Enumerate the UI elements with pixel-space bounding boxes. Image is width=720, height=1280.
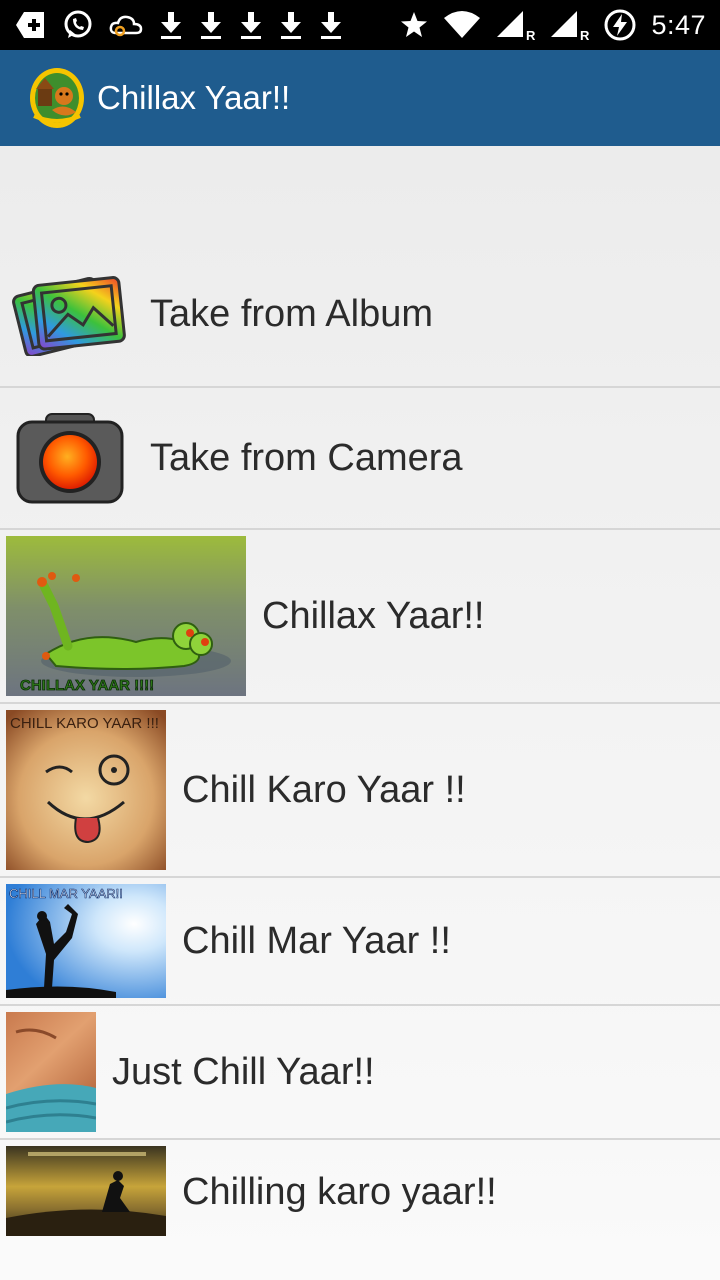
add-box-icon xyxy=(16,12,44,38)
app-title: Chillax Yaar!! xyxy=(97,79,291,116)
list-item-chill-mar-yaar[interactable]: CHILL MAR YAAR!! Chill Mar Yaar !! xyxy=(0,878,720,1006)
list-item-chillax-yaar[interactable]: CHILLAX YAAR !!!! Chillax Yaar!! xyxy=(0,530,720,704)
list-item-label: Chill Mar Yaar !! xyxy=(182,919,451,962)
battery-charging-icon xyxy=(604,9,636,41)
app-bar: Chillax Yaar!! xyxy=(0,50,720,146)
album-icon xyxy=(12,276,126,356)
svg-text:R: R xyxy=(580,28,589,41)
cloud-icon xyxy=(109,15,143,37)
frog-thumbnail: CHILLAX YAAR !!!! xyxy=(6,536,246,696)
wink-face-thumbnail: CHILL KARO YAAR !!! xyxy=(6,710,166,870)
app-logo-icon xyxy=(30,68,84,128)
list-item-label: Take from Camera xyxy=(150,436,463,479)
status-time: 5:47 xyxy=(651,9,706,40)
download-icon xyxy=(321,12,341,39)
list-item-take-from-camera[interactable]: Take from Camera xyxy=(0,388,720,530)
thumb-caption: CHILL MAR YAAR!! xyxy=(9,886,123,901)
download-icon xyxy=(281,12,301,39)
status-bar-notifications xyxy=(14,6,344,44)
camera-icon xyxy=(16,413,124,504)
sunset-silhouette-thumbnail xyxy=(6,1146,166,1236)
status-bar: R R 5:47 xyxy=(0,0,720,50)
download-icon xyxy=(161,12,181,39)
relax-towel-thumbnail xyxy=(6,1012,96,1132)
signal-r-icon: R xyxy=(497,11,535,41)
list-item-chilling-karo-yaar[interactable]: Chilling karo yaar!! xyxy=(0,1140,720,1244)
status-bar-system: R R 5:47 xyxy=(399,6,706,44)
whatsapp-icon xyxy=(64,10,92,38)
thumb-caption: CHILLAX YAAR !!!! xyxy=(20,677,154,694)
list-item-chill-karo-yaar[interactable]: CHILL KARO YAAR !!! Chill Karo Yaar !! xyxy=(0,704,720,878)
thumb-caption: CHILL KARO YAAR !!! xyxy=(10,715,159,732)
options-list: Take from Album Take from Camera CHILLAX… xyxy=(0,146,720,1280)
signal-r-icon: R xyxy=(551,11,589,41)
list-item-label: Chilling karo yaar!! xyxy=(182,1170,497,1213)
list-item-just-chill-yaar[interactable]: Just Chill Yaar!! xyxy=(0,1006,720,1140)
star-icon xyxy=(401,12,428,37)
yoga-silhouette-thumbnail: CHILL MAR YAAR!! xyxy=(6,884,166,998)
list-item-label: Chill Karo Yaar !! xyxy=(182,768,466,811)
list-item-label: Take from Album xyxy=(150,292,433,335)
wifi-icon xyxy=(444,11,481,38)
download-icon xyxy=(241,12,261,39)
list-item-label: Just Chill Yaar!! xyxy=(112,1050,375,1093)
download-icon xyxy=(201,12,221,39)
list-item-label: Chillax Yaar!! xyxy=(262,594,485,637)
svg-text:R: R xyxy=(526,28,535,41)
list-item-take-from-album[interactable]: Take from Album xyxy=(0,242,720,388)
